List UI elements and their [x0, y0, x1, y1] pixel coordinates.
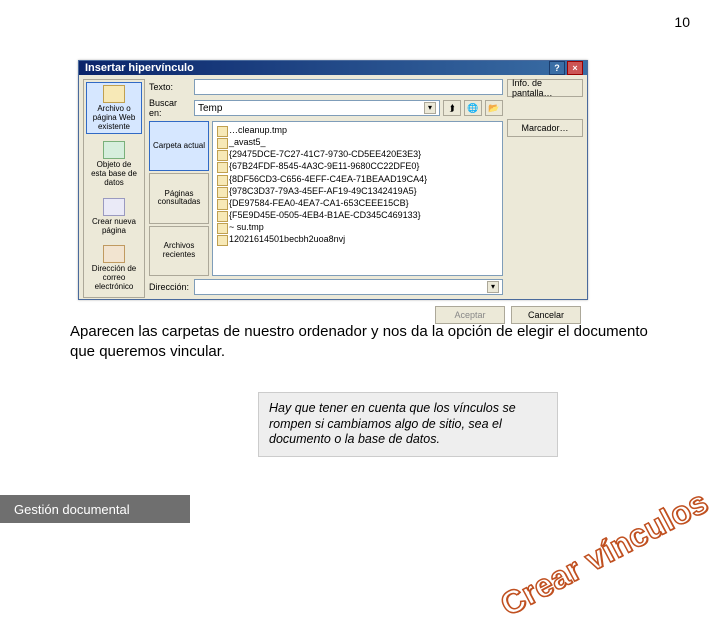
- dialog-title: Insertar hipervínculo: [83, 62, 547, 74]
- list-item[interactable]: {67B24FDF-8545-4A3C-9E11-9680CC22DFE0}: [215, 160, 500, 172]
- browse-tabs: Carpeta actual Páginas consultadas Archi…: [149, 121, 209, 276]
- email-icon: [103, 245, 125, 263]
- screen-tip-button[interactable]: Info. de pantalla…: [507, 79, 583, 97]
- linkto-existing-file[interactable]: Archivo o página Web existente: [86, 82, 142, 134]
- file-list[interactable]: …cleanup.tmp _avast5_ {29475DCE-7C27-41C…: [212, 121, 503, 276]
- list-item[interactable]: …cleanup.tmp: [215, 124, 500, 136]
- help-icon[interactable]: ?: [549, 61, 565, 75]
- list-item[interactable]: {978C3D37-79A3-45EF-AF19-49C1342419A5}: [215, 185, 500, 197]
- list-item[interactable]: {8DF56CD3-C656-4EFF-C4EA-71BEAAD19CA4}: [215, 173, 500, 185]
- note-box: Hay que tener en cuenta que los vínculos…: [258, 392, 558, 457]
- wordart-title: Crear vínculos: [494, 483, 714, 623]
- tab-recent-files[interactable]: Archivos recientes: [149, 226, 209, 276]
- list-item[interactable]: {29475DCE-7C27-41C7-9730-CD5EE420E3E3}: [215, 148, 500, 160]
- linkto-email[interactable]: Dirección de correo electrónico: [86, 242, 142, 294]
- body-paragraph: Aparecen las carpetas de nuestro ordenad…: [70, 322, 658, 361]
- browse-web-icon[interactable]: 🌐: [464, 100, 482, 116]
- db-object-icon: [103, 141, 125, 159]
- dialog-right-buttons: Info. de pantalla… Marcador…: [503, 79, 583, 298]
- chevron-down-icon: ▾: [424, 102, 436, 114]
- text-input[interactable]: [194, 79, 503, 95]
- address-dropdown[interactable]: ▾: [194, 279, 503, 295]
- lookin-label: Buscar en:: [149, 98, 191, 118]
- text-label: Texto:: [149, 82, 191, 92]
- linkto-new-page[interactable]: Crear nueva página: [86, 195, 142, 239]
- bookmark-button[interactable]: Marcador…: [507, 119, 583, 137]
- insert-hyperlink-dialog: Insertar hipervínculo ? × Archivo o pági…: [78, 60, 588, 300]
- browse-file-icon[interactable]: 📂: [485, 100, 503, 116]
- dialog-titlebar: Insertar hipervínculo ? ×: [79, 61, 587, 75]
- dialog-center: Texto: Buscar en: Temp ▾ ⮭ 🌐 📂 Carpeta a…: [149, 79, 503, 298]
- list-item[interactable]: {F5E9D45E-0505-4EB4-B1AE-CD345C469133}: [215, 209, 500, 221]
- list-item[interactable]: {DE97584-FEA0-4EA7-CA1-653CEEE15CB}: [215, 197, 500, 209]
- linkto-label: Dirección de correo electrónico: [88, 265, 140, 291]
- lookin-dropdown[interactable]: Temp ▾: [194, 100, 440, 116]
- list-item[interactable]: 12021614501becbh2uoa8nvj: [215, 233, 500, 245]
- new-page-icon: [103, 198, 125, 216]
- list-item[interactable]: ~ su.tmp: [215, 221, 500, 233]
- tab-current-folder[interactable]: Carpeta actual: [149, 121, 209, 171]
- dialog-body: Archivo o página Web existente Objeto de…: [79, 75, 587, 302]
- linkto-label: Objeto de esta base de datos: [88, 161, 140, 187]
- page-number: 10: [674, 14, 690, 30]
- list-item[interactable]: _avast5_: [215, 136, 500, 148]
- linkto-label: Crear nueva página: [88, 218, 140, 236]
- close-icon[interactable]: ×: [567, 61, 583, 75]
- file-web-icon: [103, 85, 125, 103]
- chevron-down-icon: ▾: [487, 281, 499, 293]
- tab-browsed-pages[interactable]: Páginas consultadas: [149, 173, 209, 223]
- address-label: Dirección:: [149, 282, 191, 292]
- link-to-bar: Archivo o página Web existente Objeto de…: [83, 79, 145, 298]
- footer-label: Gestión documental: [0, 495, 190, 523]
- up-one-level-icon[interactable]: ⮭: [443, 100, 461, 116]
- lookin-value: Temp: [198, 103, 222, 114]
- linkto-label: Archivo o página Web existente: [88, 105, 140, 131]
- linkto-db-object[interactable]: Objeto de esta base de datos: [86, 138, 142, 190]
